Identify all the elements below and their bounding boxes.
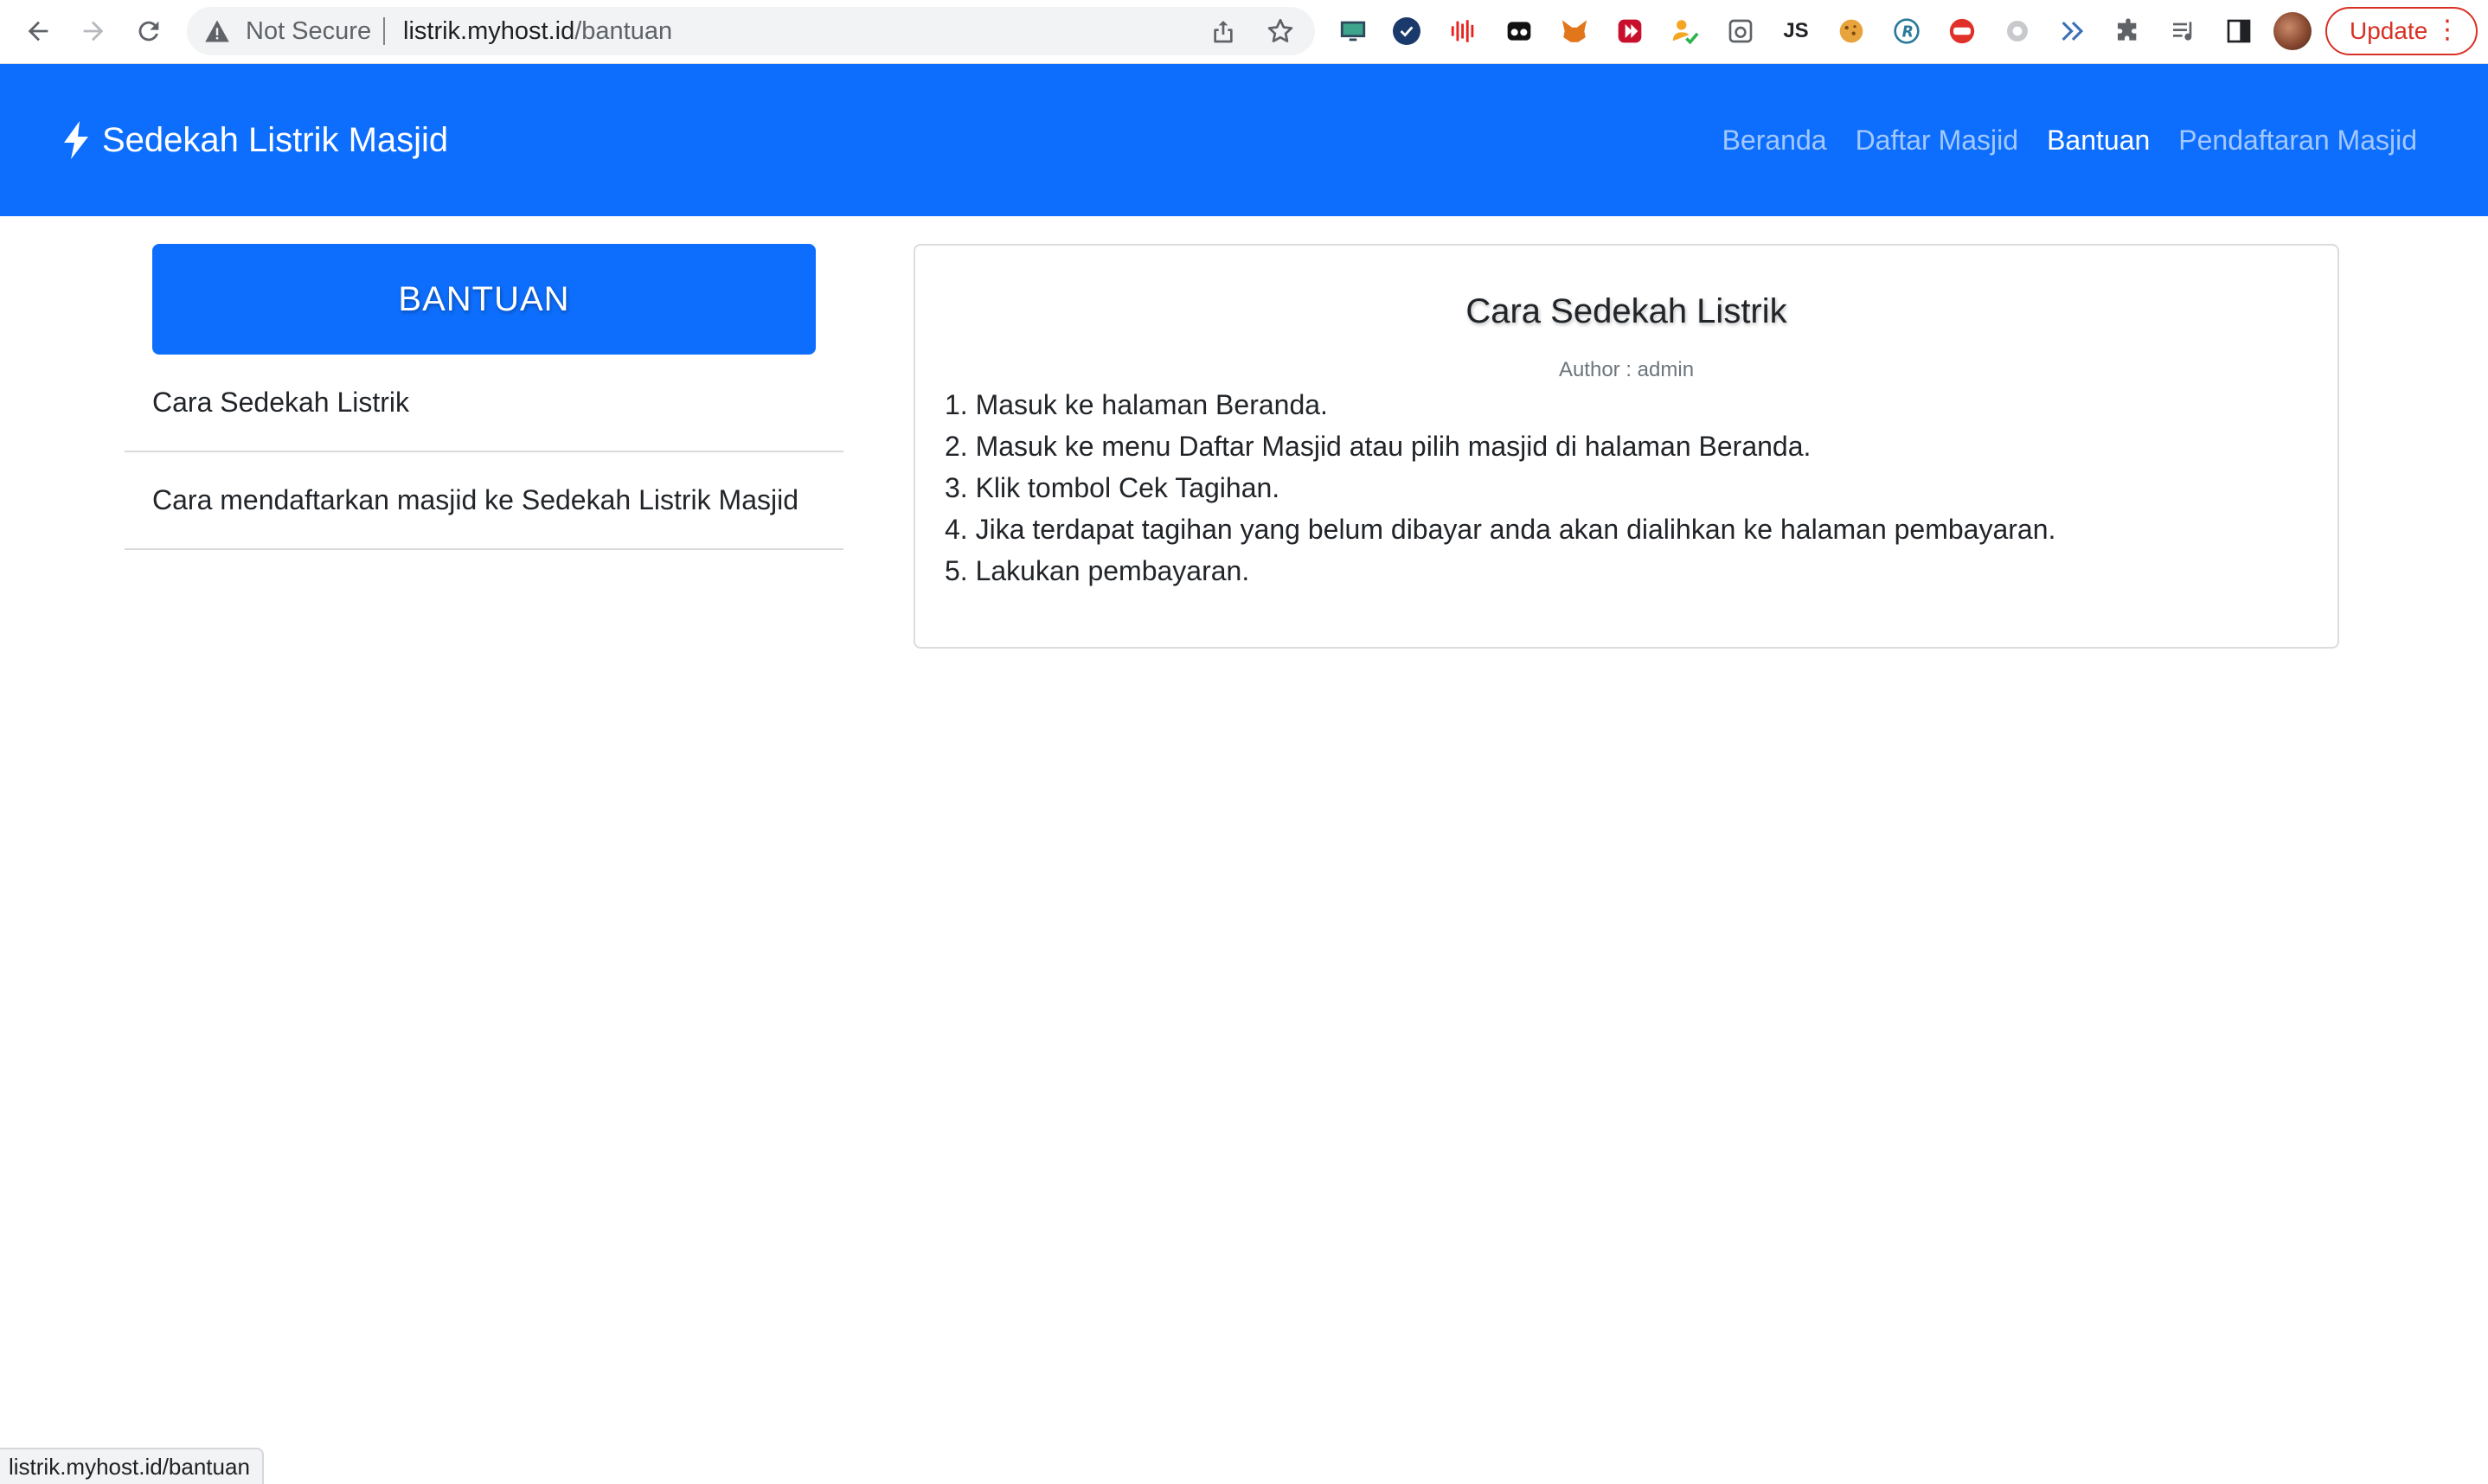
camera-icon[interactable] (1725, 16, 1756, 47)
cookie-icon[interactable] (1836, 16, 1867, 47)
help-topic-item[interactable]: Cara mendaftarkan masjid ke Sedekah List… (125, 452, 843, 550)
sidepanel-icon[interactable] (2223, 16, 2254, 47)
step-item: 2. Masuk ke menu Daftar Masjid atau pili… (945, 431, 1811, 462)
mask-icon[interactable] (1504, 16, 1535, 47)
article-title: Cara Sedekah Listrik (1465, 292, 1787, 330)
site-navbar: Sedekah Listrik Masjid Beranda Daftar Ma… (0, 64, 2488, 216)
nav-link-bantuan[interactable]: Bantuan (2047, 125, 2150, 157)
playlist-icon[interactable] (2168, 16, 2199, 47)
back-arrow-icon[interactable] (21, 14, 55, 48)
update-label: Update (2350, 17, 2428, 44)
brand-link[interactable]: Sedekah Listrik Masjid (61, 114, 448, 166)
step-item: 5. Lakukan pembayaran. (945, 555, 1250, 586)
puzzle-icon[interactable] (2113, 16, 2144, 47)
divider (383, 17, 385, 45)
gear-icon[interactable] (2002, 16, 2033, 47)
nav-link-daftar-masjid[interactable]: Daftar Masjid (1856, 125, 2019, 157)
svg-text:R: R (1902, 24, 1914, 42)
bookmark-star-icon[interactable] (1265, 16, 1296, 47)
check-circle-icon[interactable] (1393, 17, 1420, 45)
play-square-icon[interactable] (1614, 16, 1645, 47)
nav-links: Beranda Daftar Masjid Bantuan Pendaftara… (1694, 114, 2417, 166)
arrow-icon[interactable] (2057, 16, 2088, 47)
step-list: 1. Masuk ke halaman Beranda. 2. Masuk ke… (945, 384, 2055, 592)
person-check-icon[interactable] (1670, 16, 1701, 47)
monitor-icon[interactable] (1337, 16, 1369, 47)
step-item: 4. Jika terdapat tagihan yang belum diba… (945, 514, 2056, 545)
nav-link-beranda[interactable]: Beranda (1722, 125, 1827, 157)
forward-arrow-icon[interactable] (76, 14, 111, 48)
update-button[interactable]: Update ⋮ (2325, 7, 2478, 55)
kebab-menu-icon[interactable]: ⋮ (2434, 17, 2460, 43)
article-author: Author : admin (1558, 358, 1695, 381)
profile-avatar[interactable] (2273, 12, 2312, 50)
step-item: 3. Klik tombol Cek Tagihan. (945, 472, 1280, 503)
fox-icon[interactable] (1559, 16, 1590, 47)
share-icon[interactable] (1209, 17, 1237, 45)
warning-icon[interactable] (204, 19, 230, 43)
link-status-bar: listrik.myhost.id/bantuan (0, 1448, 264, 1484)
audio-wave-icon[interactable] (1448, 16, 1479, 47)
brand-name: Sedekah Listrik Masjid (102, 120, 449, 159)
url-host: listrik.myhost.id (403, 17, 575, 45)
r-icon[interactable]: R (1891, 16, 1922, 47)
help-topic-list: Cara Sedekah Listrik Cara mendaftarkan m… (125, 355, 843, 550)
help-header: BANTUAN (152, 244, 816, 355)
article-card: Cara Sedekah Listrik Author : admin 1. M… (914, 244, 2339, 649)
help-topic-item[interactable]: Cara Sedekah Listrik (125, 355, 843, 452)
url-path: /bantuan (574, 17, 673, 45)
nav-link-pendaftaran-masjid[interactable]: Pendaftaran Masjid (2178, 125, 2417, 157)
url-text[interactable]: listrik.myhost.id/bantuan (403, 7, 672, 55)
code-icon[interactable] (1946, 16, 1978, 47)
browser-toolbar: Not Secure listrik.myhost.id/bantuan JS … (0, 0, 2488, 64)
step-item: 1. Masuk ke halaman Beranda. (945, 389, 1328, 420)
address-bar[interactable]: Not Secure listrik.myhost.id/bantuan (187, 7, 1315, 55)
security-label[interactable]: Not Secure (246, 7, 371, 55)
reload-icon[interactable] (131, 14, 166, 48)
js-icon[interactable]: JS (1780, 16, 1811, 47)
lightning-icon (64, 121, 88, 159)
